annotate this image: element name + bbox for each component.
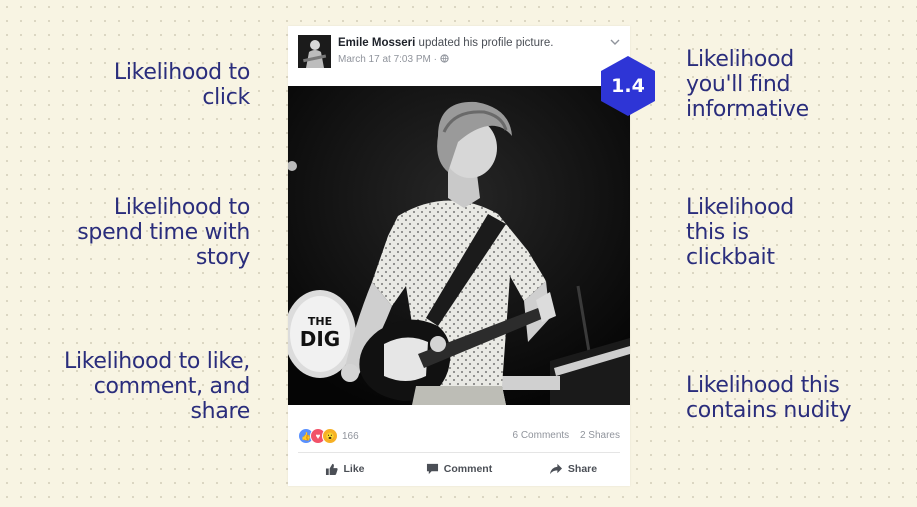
drum-text-dig: DIG	[300, 327, 340, 351]
comments-count[interactable]: 6 Comments	[513, 430, 570, 441]
reactions-summary[interactable]: 👍 ♥ 😮 166	[298, 428, 359, 444]
post-date[interactable]: March 17 at 7:03 PM	[338, 54, 431, 65]
comment-icon	[426, 463, 438, 475]
like-button[interactable]: Like	[288, 458, 402, 480]
avatar[interactable]	[298, 35, 331, 68]
like-label: Like	[343, 463, 365, 475]
post-action-text: updated his profile picture.	[418, 37, 554, 49]
post-meta: March 17 at 7:03 PM ·	[338, 54, 449, 65]
comment-button[interactable]: Comment	[402, 458, 516, 480]
label-likelihood-clickbait: Likelihood this is clickbait	[686, 195, 794, 270]
label-likelihood-informative: Likelihood you'll find informative	[686, 47, 809, 122]
label-likelihood-spend-time: Likelihood to spend time with story	[77, 195, 250, 270]
author-name[interactable]: Emile Mosseri	[338, 37, 415, 49]
post-card: Emile Mosseri updated his profile pictur…	[288, 26, 630, 486]
shares-count[interactable]: 2 Shares	[580, 430, 620, 441]
thumbs-up-icon	[326, 463, 339, 475]
reaction-count: 166	[342, 430, 359, 442]
post-header: Emile Mosseri updated his profile pictur…	[288, 26, 630, 86]
comment-label: Comment	[443, 463, 493, 475]
label-likelihood-nudity: Likelihood this contains nudity	[686, 373, 852, 423]
chevron-down-icon[interactable]	[610, 38, 620, 46]
label-likelihood-click: Likelihood to click	[113, 60, 250, 110]
wow-reaction-icon: 😮	[322, 428, 338, 444]
meta-separator: ·	[433, 54, 437, 65]
post-title-line: Emile Mosseri updated his profile pictur…	[338, 37, 553, 49]
share-icon	[549, 463, 562, 475]
share-button[interactable]: Share	[516, 458, 630, 480]
engagement-counts: 6 Comments 2 Shares	[513, 430, 621, 441]
score-value: 1.4	[611, 75, 645, 97]
share-label: Share	[567, 463, 598, 475]
label-likelihood-like-comment-share: Likelihood to like, comment, and share	[64, 349, 250, 424]
globe-icon	[440, 54, 449, 63]
divider	[298, 452, 620, 453]
post-photo[interactable]: THE DIG	[288, 86, 630, 405]
post-actions: Like Comment Share	[288, 458, 630, 480]
